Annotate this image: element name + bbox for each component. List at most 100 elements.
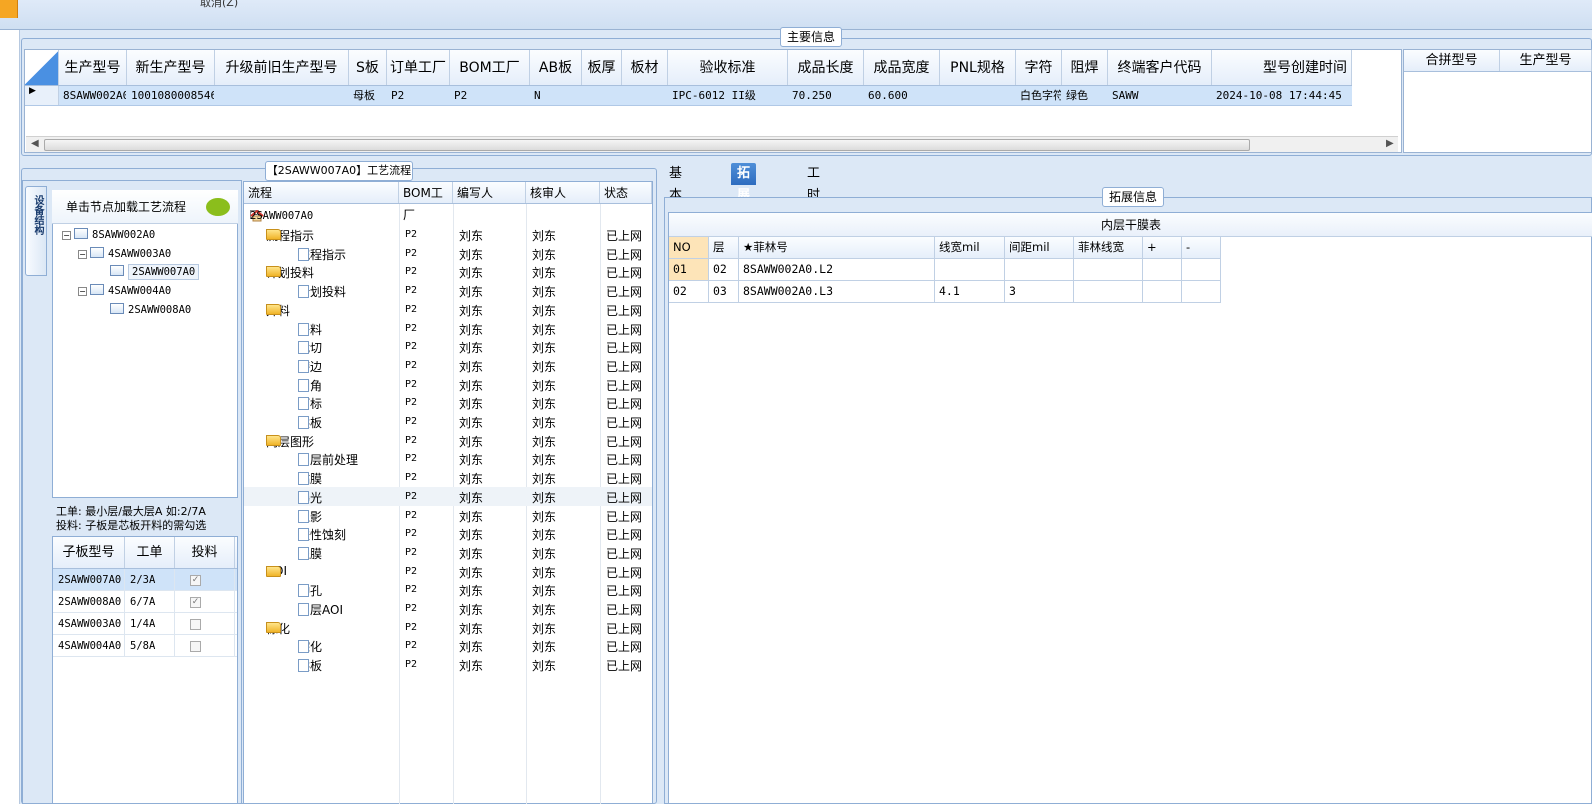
table-cell[interactable] bbox=[1143, 281, 1182, 303]
table-cell[interactable]: 刘东 bbox=[532, 657, 556, 674]
table-cell[interactable]: 已上网 bbox=[606, 321, 642, 338]
table-cell[interactable] bbox=[935, 259, 1005, 281]
table-cell[interactable]: 6/7A bbox=[125, 591, 175, 612]
column-header[interactable]: 字符 bbox=[1016, 50, 1062, 85]
merge-model-grid[interactable]: 合拼型号 生产型号 bbox=[1403, 49, 1592, 153]
table-cell[interactable]: 刘东 bbox=[459, 582, 483, 599]
table-row[interactable]: 2SAWW008A0 6/7A ✓ bbox=[53, 591, 237, 613]
table-cell[interactable]: 刘东 bbox=[532, 283, 556, 300]
table-cell[interactable]: 刘东 bbox=[532, 227, 556, 244]
table-cell[interactable]: 60.600 bbox=[864, 86, 940, 105]
table-cell[interactable]: 已上网 bbox=[606, 414, 642, 431]
table-row[interactable]: 计划投料 P2 刘东 刘东 已上网 bbox=[244, 281, 652, 300]
table-cell[interactable]: 刘东 bbox=[459, 302, 483, 319]
checkbox-cell[interactable]: ✓ bbox=[175, 591, 235, 612]
table-cell[interactable]: 已上网 bbox=[606, 545, 642, 562]
column-header[interactable]: 新生产型号 bbox=[127, 50, 215, 85]
table-cell[interactable]: 刘东 bbox=[459, 451, 483, 468]
table-cell[interactable]: 刘东 bbox=[532, 433, 556, 450]
table-row[interactable]: 烘板 P2 刘东 刘东 已上网 bbox=[244, 655, 652, 674]
column-header[interactable]: - bbox=[1182, 237, 1221, 259]
table-row[interactable]: 磨边 P2 刘东 刘东 已上网 bbox=[244, 356, 652, 375]
tab-basic[interactable]: 基本信息 bbox=[663, 163, 688, 247]
column-header[interactable]: 板厚 bbox=[582, 50, 622, 85]
table-cell[interactable]: 4SAWW004A0 bbox=[53, 635, 125, 656]
table-cell[interactable]: P2 bbox=[450, 86, 530, 105]
column-header[interactable]: 升级前旧生产型号 bbox=[215, 50, 349, 85]
table-cell[interactable] bbox=[215, 86, 349, 105]
column-header[interactable]: 工单 bbox=[125, 537, 175, 568]
feed-checkbox[interactable] bbox=[190, 640, 201, 652]
checkbox-cell[interactable]: ✓ bbox=[175, 569, 235, 590]
table-cell[interactable] bbox=[1182, 281, 1221, 303]
process-flow-grid[interactable]: 流程BOM工厂编写人核审人状态 −2SAWW007A0−流程指示P2刘东刘东已上… bbox=[243, 181, 653, 804]
table-cell[interactable]: 已上网 bbox=[606, 564, 642, 581]
table-cell[interactable]: 已上网 bbox=[606, 451, 642, 468]
table-cell[interactable]: 刘东 bbox=[459, 433, 483, 450]
table-cell[interactable]: IPC-6012 II级 bbox=[668, 86, 788, 105]
table-cell[interactable]: P2 bbox=[405, 528, 417, 539]
feed-checkbox[interactable]: ✓ bbox=[190, 596, 201, 608]
table-cell[interactable]: 已上网 bbox=[606, 339, 642, 356]
scroll-right-icon[interactable]: ▶ bbox=[1386, 138, 1394, 149]
table-cell[interactable]: 刘东 bbox=[459, 526, 483, 543]
table-cell[interactable]: P2 bbox=[405, 304, 417, 315]
checkbox-cell[interactable] bbox=[175, 635, 235, 656]
table-cell[interactable]: 刘东 bbox=[532, 395, 556, 412]
table-cell[interactable]: 刘东 bbox=[532, 582, 556, 599]
table-cell[interactable]: P2 bbox=[405, 603, 417, 614]
table-cell[interactable]: P2 bbox=[405, 248, 417, 259]
table-cell[interactable]: 刘东 bbox=[532, 246, 556, 263]
table-cell[interactable]: 刘东 bbox=[459, 321, 483, 338]
table-row[interactable]: 打标 P2 刘东 刘东 已上网 bbox=[244, 393, 652, 412]
table-row[interactable]: −流程指示P2刘东刘东已上网 bbox=[244, 225, 652, 244]
table-cell[interactable]: 刘东 bbox=[459, 414, 483, 431]
table-cell[interactable]: 刘东 bbox=[459, 657, 483, 674]
table-row[interactable]: 4SAWW003A0 1/4A bbox=[53, 613, 237, 635]
row-selector-icon[interactable]: ▶ bbox=[25, 86, 59, 105]
table-cell[interactable]: 已上网 bbox=[606, 246, 642, 263]
side-tab-structure[interactable]: 设备结构 bbox=[25, 186, 47, 276]
table-row[interactable]: 冲孔 P2 刘东 刘东 已上网 bbox=[244, 580, 652, 599]
table-cell[interactable]: 已上网 bbox=[606, 620, 642, 637]
table-cell[interactable]: 刘东 bbox=[459, 638, 483, 655]
column-header[interactable]: 成品长度 bbox=[788, 50, 864, 85]
table-cell[interactable]: 刘东 bbox=[532, 414, 556, 431]
table-cell[interactable]: 01 bbox=[669, 259, 709, 281]
column-header[interactable]: 子板型号 bbox=[53, 537, 125, 568]
table-cell[interactable]: P2 bbox=[405, 640, 417, 651]
table-cell[interactable]: 白色字符 bbox=[1016, 86, 1062, 105]
table-cell[interactable]: P2 bbox=[405, 453, 417, 464]
column-header[interactable]: 线宽mil bbox=[935, 237, 1005, 259]
tree-node[interactable]: 2SAWW007A0 bbox=[96, 264, 200, 280]
table-cell[interactable]: P2 bbox=[405, 397, 417, 408]
table-cell[interactable]: 刘东 bbox=[532, 358, 556, 375]
column-header[interactable]: 验收标准 bbox=[668, 50, 788, 85]
column-header[interactable]: 状态 bbox=[600, 182, 652, 203]
table-row[interactable]: 棕化 P2 刘东 刘东 已上网 bbox=[244, 636, 652, 655]
table-cell[interactable]: P2 bbox=[405, 341, 417, 352]
table-cell[interactable]: 03 bbox=[709, 281, 739, 303]
table-cell[interactable] bbox=[1182, 259, 1221, 281]
table-cell[interactable]: 刘东 bbox=[532, 620, 556, 637]
table-cell[interactable]: 刘东 bbox=[459, 545, 483, 562]
column-header[interactable]: 生产型号 bbox=[59, 50, 127, 85]
table-cell[interactable]: 02 bbox=[709, 259, 739, 281]
table-cell[interactable]: 已上网 bbox=[606, 283, 642, 300]
table-cell[interactable]: P2 bbox=[405, 379, 417, 390]
tree-node[interactable]: − 4SAWW003A0 bbox=[78, 247, 171, 260]
chat-bubble-icon[interactable] bbox=[206, 198, 230, 216]
table-cell[interactable]: 刘东 bbox=[532, 526, 556, 543]
table-row[interactable]: 圆角 P2 刘东 刘东 已上网 bbox=[244, 375, 652, 394]
table-cell[interactable]: 1/4A bbox=[125, 613, 175, 634]
column-header[interactable]: 核审人 bbox=[526, 182, 600, 203]
table-cell[interactable]: 已上网 bbox=[606, 395, 642, 412]
table-cell[interactable]: 刘东 bbox=[532, 638, 556, 655]
table-cell[interactable]: 2024-10-08 17:44:45 bbox=[1212, 86, 1352, 105]
table-cell[interactable]: P2 bbox=[405, 584, 417, 595]
table-cell[interactable]: P2 bbox=[405, 547, 417, 558]
table-cell[interactable]: 已上网 bbox=[606, 601, 642, 618]
table-cell[interactable] bbox=[1005, 259, 1074, 281]
table-cell[interactable]: 刘东 bbox=[459, 601, 483, 618]
column-header[interactable]: 菲林线宽 bbox=[1074, 237, 1143, 259]
